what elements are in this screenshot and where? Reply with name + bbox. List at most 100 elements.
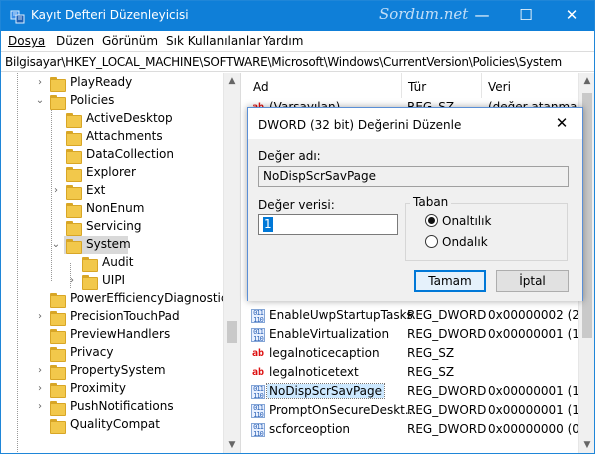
value-data-input[interactable]: 1 bbox=[258, 214, 398, 235]
menu-sik-kullanilanlar-label: Sık Kullanılanlar bbox=[166, 34, 262, 48]
scroll-up-icon[interactable]: ▲ bbox=[224, 73, 240, 89]
tree-item-policies[interactable]: ⌄ Policies bbox=[1, 92, 240, 110]
tree-item-previewhandlers[interactable]: PreviewHandlers bbox=[1, 326, 240, 344]
tree-item-audit[interactable]: Audit bbox=[1, 254, 240, 272]
value-name-label: Değer adı: bbox=[258, 149, 321, 163]
tree-item-label: System bbox=[86, 237, 131, 251]
folder-icon bbox=[50, 329, 66, 344]
value-row[interactable]: 011 110 PromptOnSecureDeskt... REG_DWORD … bbox=[247, 402, 578, 420]
tree-item-powerefficiencydiagnostics[interactable]: PowerEfficiencyDiagnostics bbox=[1, 290, 240, 308]
tree-item-ext[interactable]: › Ext bbox=[1, 182, 240, 200]
hexadecimal-label[interactable]: Onaltılık bbox=[442, 214, 491, 228]
close-button[interactable]: ✕ bbox=[550, 1, 594, 31]
tree-item-label: DataCollection bbox=[86, 147, 175, 161]
scroll-down-icon[interactable]: ▼ bbox=[579, 437, 594, 453]
minimize-button[interactable]: — bbox=[460, 1, 504, 31]
tree-item-explorer[interactable]: Explorer bbox=[1, 164, 240, 182]
value-data: 0x00000001 (1) bbox=[488, 384, 578, 398]
menu-sik-kullanilanlar[interactable]: Sık Kullanılanlar bbox=[166, 34, 261, 48]
edit-dword-dialog: DWORD (32 bit) Değerini Düzenle ✕ Değer … bbox=[247, 107, 583, 301]
tree-item-label: Attachments bbox=[86, 129, 163, 143]
tree-item-playready[interactable]: › PlayReady bbox=[1, 74, 240, 92]
dialog-close-icon[interactable]: ✕ bbox=[550, 112, 574, 136]
menu-gorunum[interactable]: Görünüm bbox=[102, 34, 158, 48]
minimize-icon: — bbox=[474, 6, 490, 24]
hexadecimal-radio[interactable] bbox=[425, 214, 438, 227]
tree-item-datacollection[interactable]: DataCollection bbox=[1, 146, 240, 164]
menu-dosya[interactable]: Dosya bbox=[8, 34, 45, 48]
chevron-right-icon[interactable]: › bbox=[34, 77, 46, 89]
menu-duzen[interactable]: Düzen bbox=[56, 34, 94, 48]
menu-yardim[interactable]: Yardım bbox=[263, 34, 303, 48]
folder-icon bbox=[50, 401, 66, 416]
address-bar[interactable]: Bilgisayar\HKEY_LOCAL_MACHINE\SOFTWARE\M… bbox=[1, 51, 594, 72]
tree-item-nonenum[interactable]: NonEnum bbox=[1, 200, 240, 218]
chevron-down-icon[interactable]: ⌄ bbox=[34, 95, 46, 107]
value-row[interactable]: 011 110 scforceoption REG_DWORD 0x0000000… bbox=[247, 421, 578, 439]
tree-item-qualitycompat[interactable]: QualityCompat bbox=[1, 416, 240, 434]
chevron-right-icon[interactable]: › bbox=[66, 275, 78, 287]
tree-item-activedesktop[interactable]: ActiveDesktop bbox=[1, 110, 240, 128]
value-type: REG_SZ bbox=[407, 346, 455, 360]
column-header-data[interactable]: Veri bbox=[482, 73, 578, 98]
decimal-radio[interactable] bbox=[425, 235, 438, 248]
menu-yardim-label: Yardım bbox=[263, 34, 304, 48]
value-type: REG_SZ bbox=[407, 365, 455, 379]
tree-item-attachments[interactable]: Attachments bbox=[1, 128, 240, 146]
tree-item-servicing[interactable]: Servicing bbox=[1, 218, 240, 236]
chevron-right-icon[interactable]: › bbox=[34, 383, 46, 395]
column-header-name[interactable]: Ad bbox=[247, 73, 402, 98]
maximize-icon: ☐ bbox=[519, 6, 533, 24]
tree-scroll-thumb[interactable] bbox=[227, 321, 237, 343]
registry-editor-window: Kayıt Defteri Düzenleyicisi Sordum.net —… bbox=[0, 0, 595, 454]
value-data-label: Değer verisi: bbox=[258, 198, 335, 212]
chevron-right-icon[interactable]: › bbox=[34, 311, 46, 323]
folder-icon bbox=[50, 77, 66, 92]
value-row[interactable]: 011 110 EnableVirtualization REG_DWORD 0x… bbox=[247, 326, 578, 344]
chevron-down-icon[interactable]: ⌄ bbox=[50, 239, 62, 251]
dword-value-icon: 011 110 bbox=[251, 385, 265, 400]
folder-icon bbox=[66, 167, 82, 182]
string-value-icon: ab bbox=[251, 348, 265, 359]
tree-item-label: Servicing bbox=[86, 219, 142, 233]
dialog-title-bar[interactable]: DWORD (32 bit) Değerini Düzenle ✕ bbox=[248, 108, 582, 139]
tree-item-propertysystem[interactable]: › PropertySystem bbox=[1, 362, 240, 380]
values-scroll-thumb[interactable] bbox=[582, 93, 592, 338]
column-header-type[interactable]: Tür bbox=[402, 73, 482, 98]
tree-item-precisiontouchpad[interactable]: › PrecisionTouchPad bbox=[1, 308, 240, 326]
menu-duzen-label: Düzen bbox=[56, 34, 95, 48]
tree-item-uipi[interactable]: › UIPI bbox=[1, 272, 240, 290]
decimal-label[interactable]: Ondalık bbox=[442, 235, 488, 249]
value-row[interactable]: ab legalnoticetext REG_SZ bbox=[247, 364, 578, 382]
value-name: PromptOnSecureDeskt... bbox=[269, 403, 417, 417]
chevron-right-icon[interactable]: › bbox=[50, 185, 62, 197]
dialog-title: DWORD (32 bit) Değerini Düzenle bbox=[258, 118, 462, 132]
cancel-button[interactable]: İptal bbox=[496, 270, 569, 292]
tree-item-privacy[interactable]: Privacy bbox=[1, 344, 240, 362]
tree-item-label: UIPI bbox=[102, 273, 126, 287]
folder-icon bbox=[66, 131, 82, 146]
window-title: Kayıt Defteri Düzenleyicisi bbox=[31, 8, 189, 22]
value-data: 0x00000001 (1) bbox=[488, 403, 578, 417]
folder-icon bbox=[50, 311, 66, 326]
string-value-icon: ab bbox=[251, 367, 265, 378]
cancel-button-label: İptal bbox=[519, 274, 546, 288]
tree-item-system[interactable]: ⌄ System bbox=[1, 236, 240, 254]
value-row[interactable]: 011 110 EnableUwpStartupTasks REG_DWORD 0… bbox=[247, 307, 578, 325]
scroll-down-icon[interactable]: ▼ bbox=[224, 437, 240, 453]
tree-item-pushnotifications[interactable]: › PushNotifications bbox=[1, 398, 240, 416]
maximize-button[interactable]: ☐ bbox=[504, 1, 548, 31]
value-row-selected[interactable]: 011 110 NoDispScrSavPage REG_DWORD 0x0000… bbox=[247, 383, 578, 401]
title-bar[interactable]: Kayıt Defteri Düzenleyicisi Sordum.net —… bbox=[1, 1, 594, 31]
scroll-up-icon[interactable]: ▲ bbox=[579, 73, 594, 89]
chevron-right-icon[interactable]: › bbox=[34, 365, 46, 377]
value-row[interactable]: ab legalnoticecaption REG_SZ bbox=[247, 345, 578, 363]
pane-splitter[interactable] bbox=[240, 73, 247, 453]
tree-scrollbar[interactable]: ▲ ▼ bbox=[223, 73, 240, 453]
ok-button[interactable]: Tamam bbox=[414, 270, 486, 292]
tree-item-proximity[interactable]: › Proximity bbox=[1, 380, 240, 398]
chevron-right-icon[interactable]: › bbox=[34, 401, 46, 413]
value-data: 0x00000000 (0) bbox=[488, 422, 578, 436]
value-data: 0x00000002 (2) bbox=[488, 308, 578, 322]
registry-tree[interactable]: › PlayReady ⌄ Policies ActiveDesktop Att… bbox=[1, 73, 240, 453]
